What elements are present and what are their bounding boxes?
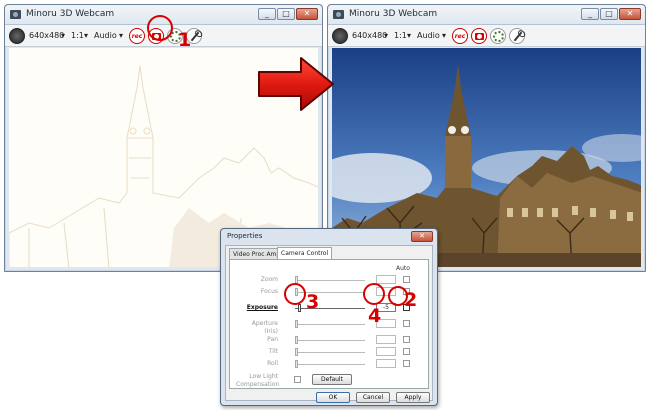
low-light-row: Low Light Compensation Default: [230, 373, 428, 388]
annotation-number-3: 3: [306, 291, 320, 313]
zoom-value[interactable]: [376, 275, 396, 284]
audio-dropdown[interactable]: Audio: [94, 25, 117, 47]
resolution-dropdown-arrow[interactable]: ▾: [61, 25, 65, 47]
record-button[interactable]: rec: [129, 28, 145, 44]
snapshot-button[interactable]: [471, 28, 487, 44]
wrench-icon: [513, 31, 523, 42]
annotation-number-2: 2: [404, 289, 418, 311]
roll-slider-thumb[interactable]: [295, 360, 298, 368]
titlebar[interactable]: Minoru 3D Webcam _ □ ✕: [328, 5, 645, 25]
low-light-checkbox[interactable]: [294, 376, 301, 383]
effects-button[interactable]: [490, 28, 506, 44]
resolution-dropdown[interactable]: 640x480: [352, 25, 387, 47]
annotation-circle-settings: [147, 15, 173, 41]
close-button[interactable]: ✕: [296, 8, 318, 20]
aperture-auto-checkbox[interactable]: [403, 320, 410, 327]
ok-button[interactable]: OK: [316, 392, 350, 403]
zoom-auto-checkbox[interactable]: [403, 276, 410, 283]
tilt-row: Tilt: [230, 347, 428, 358]
aperture-slider[interactable]: [295, 324, 365, 325]
ratio-dropdown[interactable]: 1:1: [71, 25, 84, 47]
roll-label: Roll: [267, 360, 278, 367]
maximize-button[interactable]: □: [277, 8, 295, 20]
resolution-dropdown[interactable]: 640x480: [29, 25, 64, 47]
dialog-title: Properties: [227, 232, 263, 240]
annotation-circle-exposure-slider: [284, 283, 306, 305]
minimize-button[interactable]: _: [258, 8, 276, 20]
dialog-body: Video Proc Amp Camera Control Auto Zoom …: [225, 245, 433, 403]
toolbar: 640x480 ▾ 1:1 ▾ Audio ▾ rec: [328, 25, 645, 47]
record-button[interactable]: rec: [452, 28, 468, 44]
close-button[interactable]: ✕: [619, 8, 641, 20]
aperture-row: Aperture (Iris): [230, 319, 428, 335]
pan-slider[interactable]: [295, 340, 365, 341]
pan-slider-thumb[interactable]: [295, 336, 298, 344]
tilt-value[interactable]: [376, 347, 396, 356]
low-light-label: Low Light Compensation: [236, 373, 280, 388]
minimize-button[interactable]: _: [581, 8, 599, 20]
roll-value[interactable]: [376, 359, 396, 368]
audio-dropdown[interactable]: Audio: [417, 25, 440, 47]
rec-label: rec: [454, 33, 466, 40]
audio-dropdown-arrow[interactable]: ▾: [442, 25, 446, 47]
camera-icon: [475, 33, 484, 40]
pan-label: Pan: [267, 336, 278, 343]
annotation-number-4: 4: [368, 305, 382, 327]
annotation-number-1: 1: [178, 29, 192, 51]
gear-icon: [493, 31, 504, 42]
wrench-icon: [190, 31, 200, 42]
camera-lens-icon[interactable]: [332, 28, 348, 44]
tab-video-proc-amp[interactable]: Video Proc Amp: [229, 248, 285, 259]
app-icon: [333, 10, 344, 19]
annotation-circle-exposure-value: [363, 283, 385, 305]
aperture-slider-thumb[interactable]: [295, 320, 298, 328]
cancel-button[interactable]: Cancel: [356, 392, 390, 403]
tilt-slider-thumb[interactable]: [295, 348, 298, 356]
default-button[interactable]: Default: [312, 374, 352, 385]
focus-label: Focus: [260, 288, 278, 295]
window-title: Minoru 3D Webcam: [349, 9, 438, 19]
roll-slider[interactable]: [295, 364, 365, 365]
camera-control-panel: Auto Zoom Focus Exposure -5 Aperture (Ir…: [229, 259, 429, 389]
zoom-slider[interactable]: [295, 280, 365, 281]
audio-dropdown-arrow[interactable]: ▾: [119, 25, 123, 47]
tilt-auto-checkbox[interactable]: [403, 348, 410, 355]
auto-column-label: Auto: [396, 265, 410, 272]
rec-label: rec: [131, 33, 143, 40]
zoom-row: Zoom: [230, 275, 428, 286]
tilt-slider[interactable]: [295, 352, 365, 353]
pan-row: Pan: [230, 335, 428, 346]
roll-auto-checkbox[interactable]: [403, 360, 410, 367]
app-icon: [10, 10, 21, 19]
pan-value[interactable]: [376, 335, 396, 344]
properties-dialog: Properties ✕ Video Proc Amp Camera Contr…: [220, 228, 438, 406]
window-title: Minoru 3D Webcam: [26, 9, 115, 19]
tilt-label: Tilt: [268, 348, 278, 355]
arrow-right-icon: [258, 57, 334, 111]
ratio-dropdown-arrow[interactable]: ▾: [84, 25, 88, 47]
camera-lens-icon[interactable]: [9, 28, 25, 44]
ratio-dropdown[interactable]: 1:1: [394, 25, 407, 47]
settings-button[interactable]: [509, 28, 525, 44]
pan-auto-checkbox[interactable]: [403, 336, 410, 343]
roll-row: Roll: [230, 359, 428, 370]
resolution-dropdown-arrow[interactable]: ▾: [384, 25, 388, 47]
maximize-button[interactable]: □: [600, 8, 618, 20]
exposure-slider-thumb[interactable]: [298, 304, 301, 312]
exposure-label: Exposure: [246, 304, 278, 311]
tutorial-screenshot: Minoru 3D Webcam _ □ ✕ 640x480 ▾ 1:1 ▾ A…: [0, 0, 650, 410]
apply-button[interactable]: Apply: [396, 392, 430, 403]
dialog-close-button[interactable]: ✕: [411, 231, 433, 242]
zoom-label: Zoom: [260, 276, 278, 283]
tab-camera-control[interactable]: Camera Control: [277, 247, 333, 259]
ratio-dropdown-arrow[interactable]: ▾: [407, 25, 411, 47]
aperture-label: Aperture (Iris): [251, 320, 278, 335]
